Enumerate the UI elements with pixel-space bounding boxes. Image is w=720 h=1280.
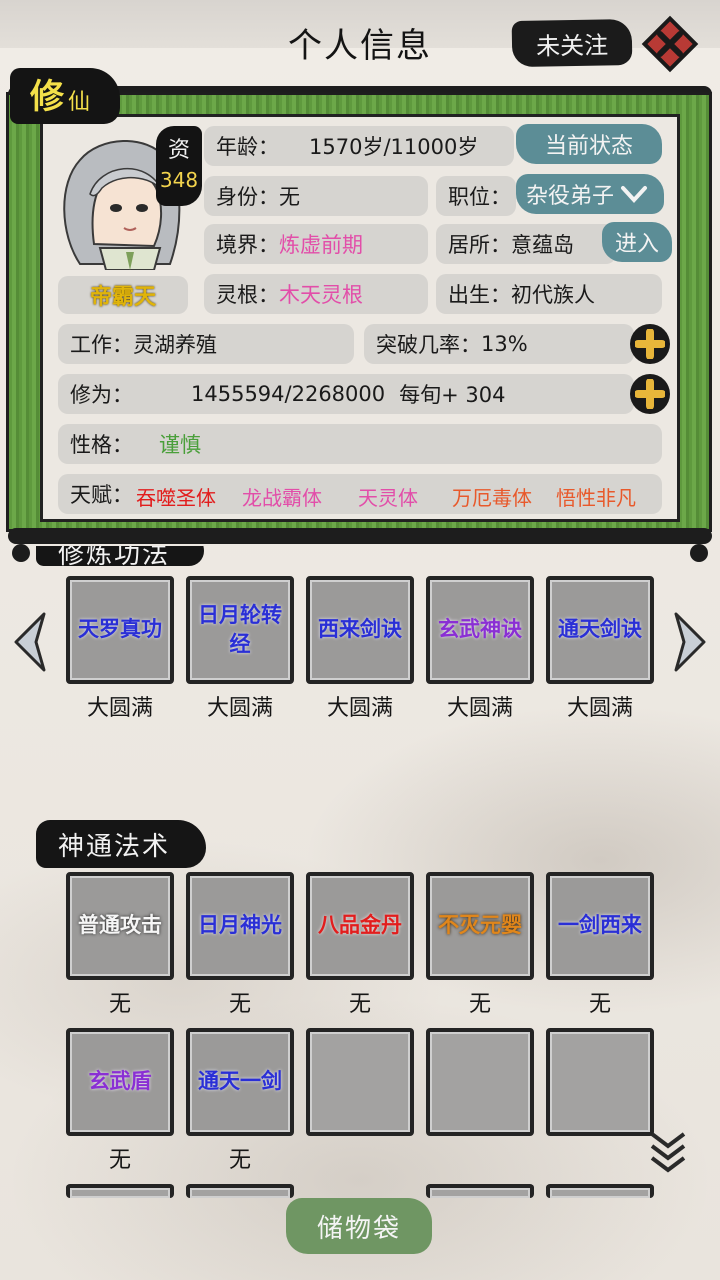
cultivator-tag: 修 仙: [10, 68, 120, 124]
spell-slot[interactable]: 玄武盾: [66, 1028, 174, 1136]
talent-item[interactable]: 天灵体: [358, 482, 418, 511]
spell-level: 无: [108, 1148, 131, 1173]
personality-field: 性格： 谨慎: [58, 424, 662, 464]
follow-button[interactable]: 未关注: [511, 18, 633, 68]
personality-label: 性格：: [70, 433, 133, 457]
scroll-bottom-rod: [8, 528, 712, 544]
spell-slot[interactable]: 一剑西来: [546, 872, 654, 980]
spell-level: 无: [468, 992, 491, 1017]
spell-slot-partial: [546, 1184, 654, 1198]
technique-level: 大圆满: [566, 696, 633, 721]
talent-label: 天赋：: [70, 483, 133, 507]
spell-slot-empty[interactable]: [546, 1028, 654, 1136]
enter-residence-button[interactable]: 进入: [602, 222, 672, 262]
spell-level: 无: [228, 992, 251, 1017]
work-field: 工作： 灵湖养殖: [58, 324, 354, 364]
identity-label: 身份：: [216, 185, 279, 209]
technique-slot[interactable]: 通天剑诀: [546, 576, 654, 684]
talent-item[interactable]: 悟性非凡: [556, 482, 636, 511]
cultivation-label: 修为：: [70, 383, 133, 407]
aptitude-badge: 资 348: [156, 126, 202, 206]
position-select[interactable]: 杂役弟子: [516, 174, 664, 214]
talent-item[interactable]: 万厄毒体: [452, 482, 532, 511]
spell-slot-empty[interactable]: [426, 1028, 534, 1136]
cultivation-plus-button[interactable]: [630, 374, 670, 414]
cultivation-rate: 每旬+ 304: [399, 383, 506, 407]
realm-label: 境界：: [216, 233, 279, 257]
storage-bag-button[interactable]: 储物袋: [286, 1198, 432, 1254]
cultivator-tag-small: 仙: [68, 90, 91, 115]
cultivation-field: 修为： 1455594/2268000 每旬+ 304: [58, 374, 634, 414]
realm-field: 境界： 炼虚前期: [204, 224, 428, 264]
personality-value: 谨慎: [159, 433, 201, 457]
residence-label: 居所：: [448, 233, 511, 257]
technique-level: 大圆满: [446, 696, 513, 721]
close-icon: [641, 15, 699, 73]
chevron-left-icon[interactable]: [10, 610, 50, 674]
spell-slot[interactable]: 不灭元婴: [426, 872, 534, 980]
residence-field: 居所： 意蕴岛: [436, 224, 616, 264]
spell-level: 无: [108, 992, 131, 1017]
chevron-right-icon[interactable]: [670, 610, 710, 674]
talent-item[interactable]: 吞噬圣体: [136, 482, 216, 511]
scroll-nail: [690, 544, 708, 562]
technique-slot[interactable]: 西来剑诀: [306, 576, 414, 684]
spell-level: 无: [348, 992, 371, 1017]
current-status-button[interactable]: 当前状态: [516, 124, 662, 164]
breakthrough-label: 突破几率：: [376, 333, 481, 357]
spell-slot-empty[interactable]: [306, 1028, 414, 1136]
technique-slot[interactable]: 天罗真功: [66, 576, 174, 684]
scroll-nail: [12, 544, 30, 562]
spirit-root-label: 灵根：: [216, 283, 279, 307]
spell-slot[interactable]: 八品金丹: [306, 872, 414, 980]
technique-slot[interactable]: 玄武神诀: [426, 576, 534, 684]
spells-title: 神通法术: [58, 831, 171, 862]
technique-level: 大圆满: [206, 696, 273, 721]
breakthrough-plus-button[interactable]: [630, 324, 670, 364]
realm-value: 炼虚前期: [279, 233, 363, 257]
chevron-down-icon: [621, 186, 648, 203]
spell-slot[interactable]: 通天一剑: [186, 1028, 294, 1136]
work-value: 灵湖养殖: [133, 333, 217, 357]
character-name: 帝霸天: [58, 276, 188, 314]
position-value: 杂役弟子: [526, 184, 615, 209]
close-button[interactable]: [640, 14, 700, 74]
breakthrough-value: 13%: [481, 332, 528, 356]
residence-value: 意蕴岛: [511, 233, 574, 257]
position-field: 职位：: [436, 176, 516, 216]
age-field: 年龄： 1570岁/11000岁: [204, 126, 514, 166]
spell-slot-partial: [426, 1184, 534, 1198]
aptitude-label: 资: [167, 138, 190, 163]
birth-field: 出生： 初代族人: [436, 274, 662, 314]
spirit-root-field: 灵根： 木天灵根: [204, 274, 428, 314]
spell-slot-partial: [186, 1184, 294, 1198]
breakthrough-field: 突破几率： 13%: [364, 324, 634, 364]
identity-value: 无: [279, 185, 300, 209]
identity-field: 身份： 无: [204, 176, 428, 216]
work-label: 工作：: [70, 333, 133, 357]
technique-level: 大圆满: [326, 696, 393, 721]
spell-slot[interactable]: 日月神光: [186, 872, 294, 980]
aptitude-value: 348: [159, 168, 199, 192]
cultivator-tag-big: 修: [30, 77, 64, 117]
scroll-down-icon[interactable]: [648, 1130, 688, 1174]
cultivation-value: 1455594/2268000: [191, 382, 386, 406]
talent-item[interactable]: 龙战霸体: [242, 482, 322, 511]
age-value: 1570岁/11000岁: [309, 135, 479, 159]
plus-icon: [635, 379, 665, 409]
spell-level: 无: [588, 992, 611, 1017]
position-label: 职位：: [448, 185, 511, 209]
birth-value: 初代族人: [511, 283, 595, 307]
technique-slot[interactable]: 日月轮转经: [186, 576, 294, 684]
spells-title-tag: 神通法术: [36, 820, 206, 868]
header: 个人信息 未关注: [0, 0, 720, 80]
spell-slot-partial: [66, 1184, 174, 1198]
age-label: 年龄：: [216, 135, 279, 159]
spell-level: 无: [228, 1148, 251, 1173]
technique-level: 大圆满: [86, 696, 153, 721]
plus-icon: [635, 329, 665, 359]
spell-slot[interactable]: 普通攻击: [66, 872, 174, 980]
birth-label: 出生：: [448, 283, 511, 307]
spirit-root-value: 木天灵根: [279, 283, 363, 307]
